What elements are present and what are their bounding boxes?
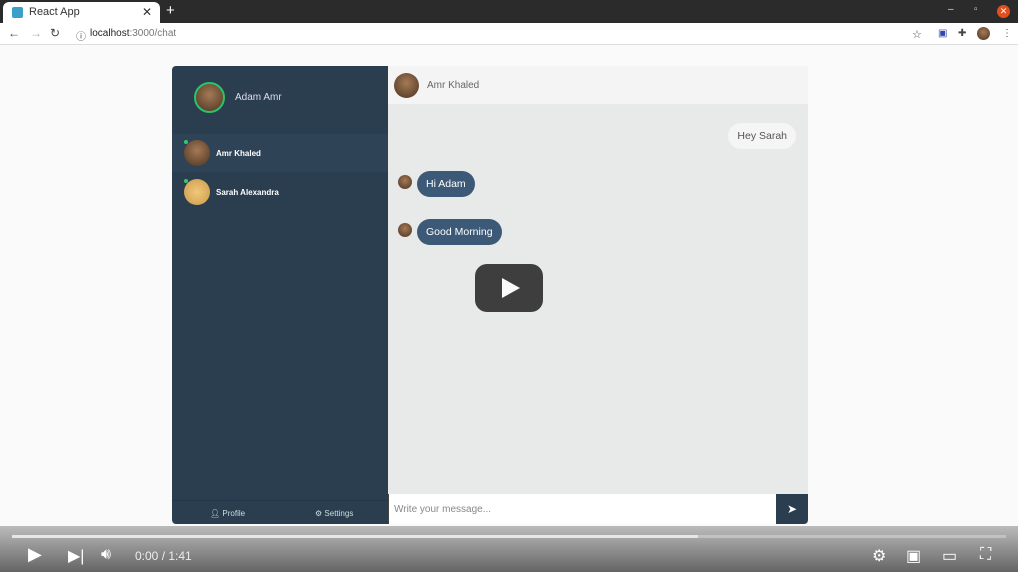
time-current: 0:00 [135, 549, 159, 563]
profile-avatar[interactable] [977, 27, 990, 40]
message-outgoing: Hey Sarah [728, 123, 796, 149]
contact-name: Amr Khaled [216, 148, 261, 158]
volume-icon[interactable]: 🔊︎ [101, 546, 111, 564]
contact-item[interactable]: Sarah Alexandra [172, 173, 388, 211]
react-favicon-icon [12, 7, 23, 18]
message-avatar [398, 223, 412, 237]
address-bar: ← → ↻ ⓘ localhost:3000/chat ☆ ▣ ✚ ⋮ [0, 23, 1018, 45]
settings-label: Settings [324, 509, 354, 518]
menu-icon[interactable]: ⋮ [1002, 28, 1012, 39]
sidebar: Adam Amr Amr Khaled Sarah Alexandra 👤︎ P… [172, 66, 388, 524]
settings-gear-icon[interactable]: ⚙ [872, 546, 886, 566]
settings-button[interactable]: ⚙ Settings [315, 509, 353, 518]
contact-avatar [184, 140, 210, 166]
current-user: Adam Amr [194, 82, 282, 113]
message-input[interactable]: Write your message... [388, 494, 776, 524]
info-icon: ⓘ [76, 32, 86, 43]
profile-button[interactable]: 👤︎ Profile [210, 509, 245, 518]
minimize-button[interactable]: – [948, 4, 954, 15]
video-play-overlay-button[interactable] [475, 264, 543, 312]
next-icon[interactable]: ▶| [68, 546, 84, 566]
close-tab-icon[interactable]: ✕ [142, 5, 152, 19]
online-indicator [184, 179, 188, 183]
message-incoming: Good Morning [417, 219, 502, 245]
contact-item[interactable]: Amr Khaled [172, 134, 388, 172]
message-avatar [398, 175, 412, 189]
user-name: Adam Amr [235, 92, 282, 103]
contact-name: Sarah Alexandra [216, 187, 279, 197]
user-icon: 👤︎ [210, 509, 221, 518]
chat-header: Amr Khaled [388, 66, 808, 104]
time-total: 1:41 [168, 549, 192, 563]
star-icon[interactable]: ☆ [912, 28, 922, 41]
extension-icon[interactable]: ▣ [938, 28, 947, 39]
forward-icon[interactable]: → [30, 26, 42, 40]
chat-contact-avatar [394, 72, 419, 98]
video-progress-bar[interactable] [12, 535, 1006, 538]
url-field[interactable]: localhost:3000/chat [90, 28, 176, 39]
buffered-bar [12, 535, 698, 538]
sidebar-footer: 👤︎ Profile ⚙ Settings [172, 500, 388, 524]
user-avatar [194, 82, 225, 113]
send-icon: ➤ [786, 502, 798, 516]
fullscreen-icon[interactable]: ⛶ [980, 546, 991, 564]
browser-tab-bar: React App ✕ + – ▫ ✕ [0, 0, 1018, 23]
new-tab-button[interactable]: + [166, 2, 175, 19]
contact-avatar [184, 179, 210, 205]
send-button[interactable]: ➤ [776, 494, 808, 524]
back-icon[interactable]: ← [8, 26, 20, 40]
time-display: 0:00 / 1:41 [135, 549, 192, 563]
puzzle-icon[interactable]: ✚ [958, 28, 966, 39]
maximize-button[interactable]: ▫ [974, 4, 978, 15]
online-indicator [184, 140, 188, 144]
gear-icon: ⚙ [315, 509, 323, 518]
message-incoming: Hi Adam [417, 171, 475, 197]
chat-panel: Amr Khaled Hey Sarah Hi Adam Good Mornin… [388, 66, 808, 524]
window-close-button[interactable]: ✕ [997, 5, 1010, 18]
browser-tab[interactable]: React App ✕ [3, 2, 160, 23]
time-separator: / [158, 549, 169, 563]
theater-mode-icon[interactable]: ▭ [942, 546, 957, 566]
miniplayer-icon[interactable]: ▣ [906, 546, 921, 566]
play-icon[interactable]: ▶ [28, 544, 42, 565]
reload-icon[interactable]: ↻ [50, 26, 60, 40]
profile-label: Profile [222, 509, 246, 518]
tab-title: React App [29, 6, 80, 18]
chat-contact-name: Amr Khaled [427, 79, 480, 91]
